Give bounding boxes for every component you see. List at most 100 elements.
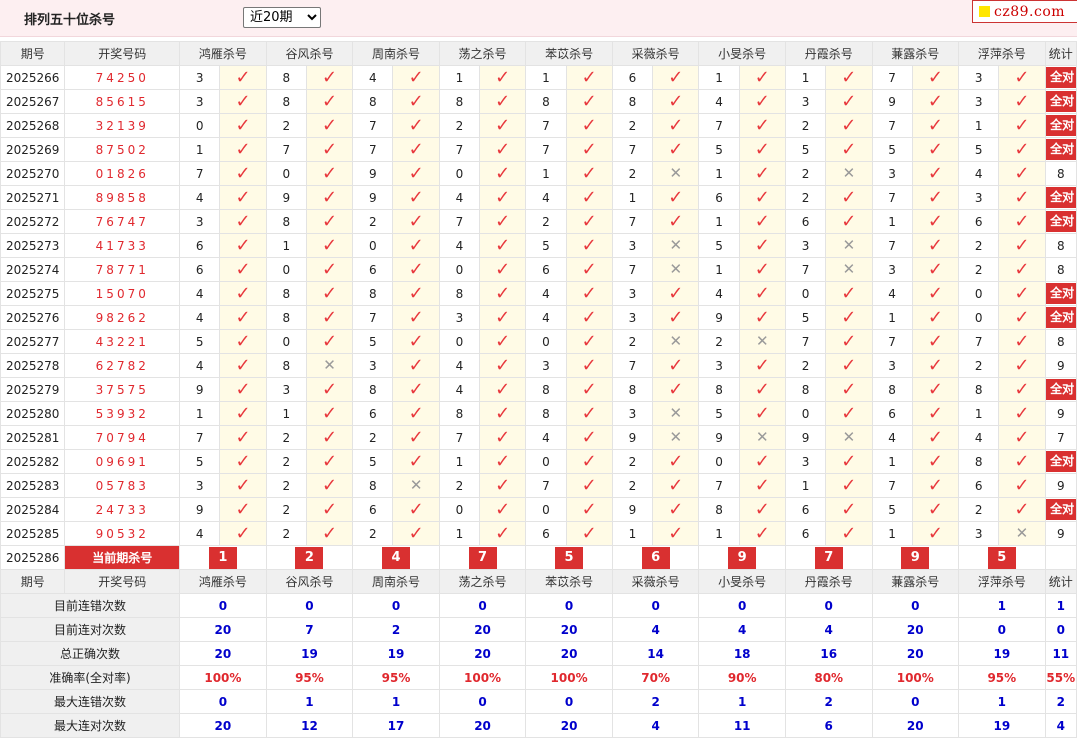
draw-number: 37575 [64,377,181,402]
kill-number: 2 [958,497,1000,522]
check-icon: ✓ [1014,378,1030,400]
check-icon: ✓ [408,354,424,376]
check-icon-cell: ✓ [479,401,527,426]
period-select[interactable]: 近20期 [243,7,321,28]
check-icon-cell: ✓ [738,521,786,546]
check-icon: ✓ [235,498,251,520]
current-kill-cell: 7 [784,545,873,570]
check-icon: ✓ [581,450,597,472]
check-icon-cell: ✓ [911,113,960,138]
summary-value: 18 [698,641,786,666]
site-logo[interactable]: cz89.com [972,0,1077,23]
check-icon-cell: ✓ [825,377,873,402]
check-icon: ✓ [754,498,770,520]
check-icon: ✓ [754,522,770,544]
kill-number: 1 [784,473,827,498]
kill-number: 7 [784,257,827,282]
check-icon: ✓ [668,378,684,400]
issue-number: 2025268 [0,113,66,138]
summary-value: 4 [611,617,700,642]
check-icon: ✓ [322,378,338,400]
issue-number: 2025284 [0,497,66,522]
check-icon: ✓ [668,450,684,472]
check-icon: ✓ [322,474,338,496]
check-icon: ✓ [408,114,424,136]
check-icon-cell: ✓ [738,353,786,378]
check-icon: ✓ [322,234,338,256]
summary-header: 期号 开奖号码 鸿雁杀号 谷风杀号 周南杀号 荡之杀号 苯苡杀号 采薇杀号 小旻杀号 丹霞杀号 蒹露… [0,569,1077,594]
summary-value: 20 [438,641,527,666]
check-icon-cell: ✓ [738,137,786,162]
check-icon: ✓ [408,450,424,472]
summary-label: 目前连错次数 [0,593,181,618]
summary-value: 0 [525,593,613,618]
all-correct-badge: 全对 [1046,451,1076,472]
kill-number: 7 [352,137,394,162]
check-icon-cell: ✓ [479,233,527,258]
current-kill-cell: 2 [265,545,354,570]
page-title: 排列五十位杀号 [24,13,116,28]
summary-value: 0 [525,689,613,714]
kill-number: 7 [179,425,221,450]
check-icon: ✓ [408,498,424,520]
header-expert: 谷风杀号 [265,41,354,66]
summary-value: 20 [179,713,267,738]
kill-number: 7 [698,113,740,138]
check-icon: ✓ [1014,186,1030,208]
kill-number: 1 [871,449,913,474]
kill-number: 3 [611,305,654,330]
check-icon-cell: ✓ [911,233,960,258]
kill-number: 7 [352,113,394,138]
kill-number: 3 [179,65,221,90]
check-icon-cell: ✓ [825,209,873,234]
check-icon-cell: ✓ [219,401,267,426]
check-icon: ✓ [841,474,857,496]
draw-number: 89858 [64,185,181,210]
summary-value: 0 [784,593,873,618]
kill-number: 7 [958,329,1000,354]
check-icon-cell: ✓ [392,257,440,282]
check-icon: ✓ [927,66,943,88]
check-icon: ✓ [322,66,338,88]
kill-number: 6 [525,257,567,282]
check-icon: ✓ [495,402,511,424]
check-icon: ✓ [754,282,770,304]
check-icon-cell: ✓ [305,257,354,282]
check-icon-cell: ✓ [565,449,613,474]
kill-number: 8 [438,281,481,306]
kill-number: 9 [179,497,221,522]
logo-square-icon [979,6,990,17]
kill-number: 3 [179,89,221,114]
check-icon-cell: ✓ [392,113,440,138]
kill-number: 3 [958,89,1000,114]
check-icon-cell: ✓ [825,449,873,474]
check-icon: ✓ [754,90,770,112]
check-icon: ✓ [927,306,943,328]
kill-number: 8 [525,89,567,114]
check-icon-cell: ✓ [998,161,1046,186]
check-icon: ✓ [408,306,424,328]
check-icon: ✓ [408,426,424,448]
summary-value: 1 [958,689,1046,714]
check-icon-cell: ✓ [305,185,354,210]
kill-number: 2 [438,113,481,138]
kill-number: 0 [438,329,481,354]
summary-value: 2 [352,617,440,642]
check-icon-cell: ✓ [652,209,700,234]
all-correct-badge: 全对 [1046,91,1076,112]
check-icon: ✓ [408,138,424,160]
current-kill-number: 9 [901,546,930,569]
summary-value: 2 [611,689,700,714]
check-icon-cell: ✓ [219,137,267,162]
issue-number: 2025272 [0,209,66,234]
kill-number: 8 [784,377,827,402]
check-icon-cell: ✓ [825,281,873,306]
check-icon: ✓ [927,114,943,136]
check-icon: ✓ [322,450,338,472]
check-icon: ✓ [235,354,251,376]
check-icon: ✓ [927,138,943,160]
kill-number: 4 [179,305,221,330]
kill-number: 7 [352,305,394,330]
kill-number: 8 [265,281,307,306]
kill-number: 1 [611,521,654,546]
